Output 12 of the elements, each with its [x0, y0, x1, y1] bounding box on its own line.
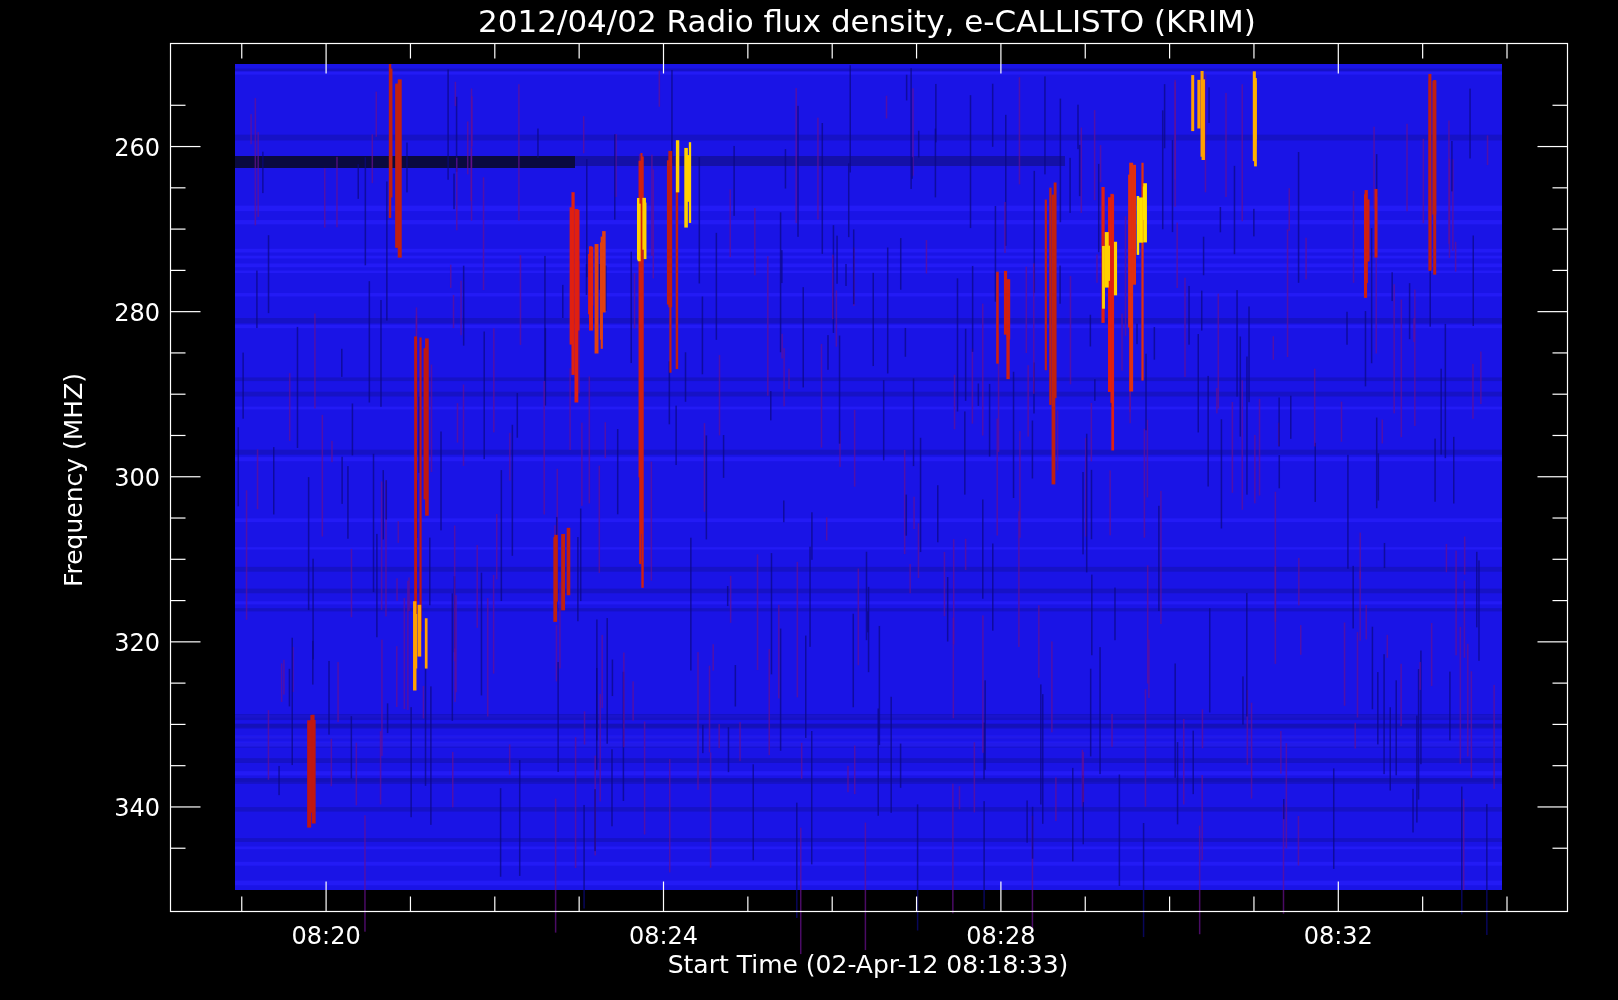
axis-tick-label: 340	[114, 793, 160, 822]
chart-title: 2012/04/02 Radio flux density, e-CALLISTO (KRIM)	[478, 3, 1256, 39]
axis-title: Frequency (MHZ)	[59, 372, 88, 588]
axis-tick-label: 08:28	[966, 922, 1036, 950]
axis-tick-label: 08:20	[291, 922, 361, 950]
axis-tick-label: 260	[114, 133, 160, 162]
axis-tick-label: 320	[114, 628, 160, 657]
axis-tick-label: 280	[114, 298, 160, 327]
axis-tick-label: 300	[114, 463, 160, 492]
axis-tick-label: 08:24	[628, 922, 699, 950]
axis-tick-label: 08:32	[1303, 922, 1373, 950]
axis-title: Start Time (02-Apr-12 08:18:33)	[667, 950, 1069, 979]
